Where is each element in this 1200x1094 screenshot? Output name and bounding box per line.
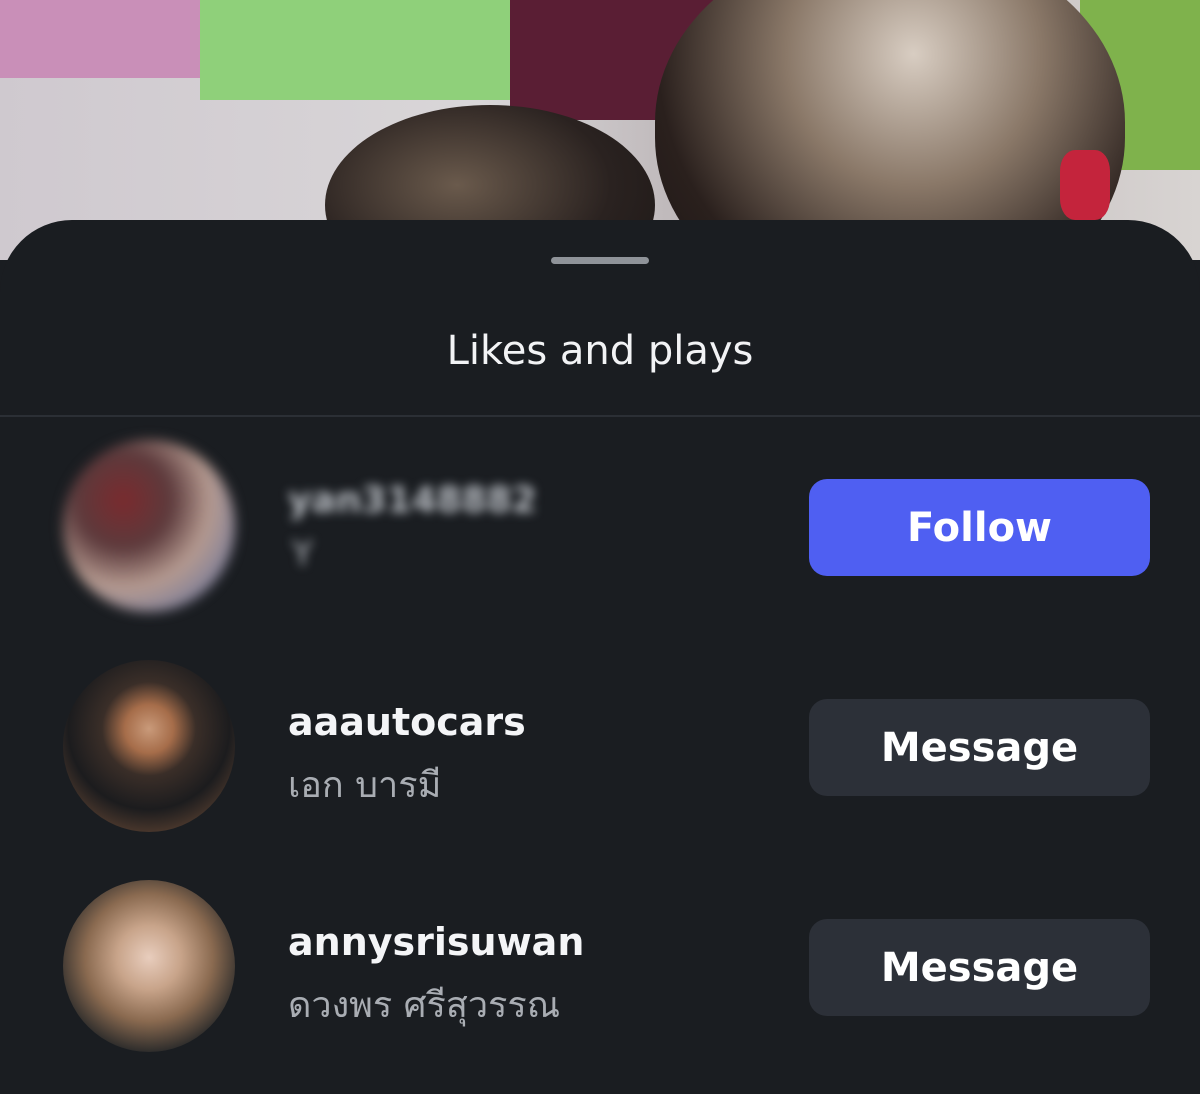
username[interactable]: annysrisuwan	[288, 920, 584, 964]
follow-button[interactable]: Follow	[809, 479, 1150, 576]
list-item[interactable]: annysrisuwan ดวงพร ศรีสุวรรณ Message	[0, 880, 1200, 1060]
list-item[interactable]: aaautocars เอก บารมี Message	[0, 660, 1200, 840]
username[interactable]: aaautocars	[288, 700, 526, 744]
message-button[interactable]: Message	[809, 699, 1150, 796]
username[interactable]: yan3148882	[288, 480, 537, 521]
background-red-object	[1060, 150, 1110, 220]
background-poster-pink	[0, 0, 200, 78]
background-poster-green	[200, 0, 510, 100]
avatar[interactable]	[63, 880, 235, 1052]
divider	[0, 415, 1200, 417]
list-item[interactable]: yan3148882 Y Follow	[0, 440, 1200, 620]
full-name: ดวงพร ศรีสุวรรณ	[288, 985, 561, 1026]
message-button[interactable]: Message	[809, 919, 1150, 1016]
sheet-title: Likes and plays	[446, 328, 754, 374]
full-name: Y	[292, 534, 313, 574]
avatar[interactable]	[63, 440, 235, 612]
avatar[interactable]	[63, 660, 235, 832]
drag-handle[interactable]	[551, 257, 649, 264]
full-name: เอก บารมี	[288, 765, 442, 806]
likes-bottom-sheet: Likes and plays yan3148882 Y Follow aaau…	[0, 220, 1200, 1094]
